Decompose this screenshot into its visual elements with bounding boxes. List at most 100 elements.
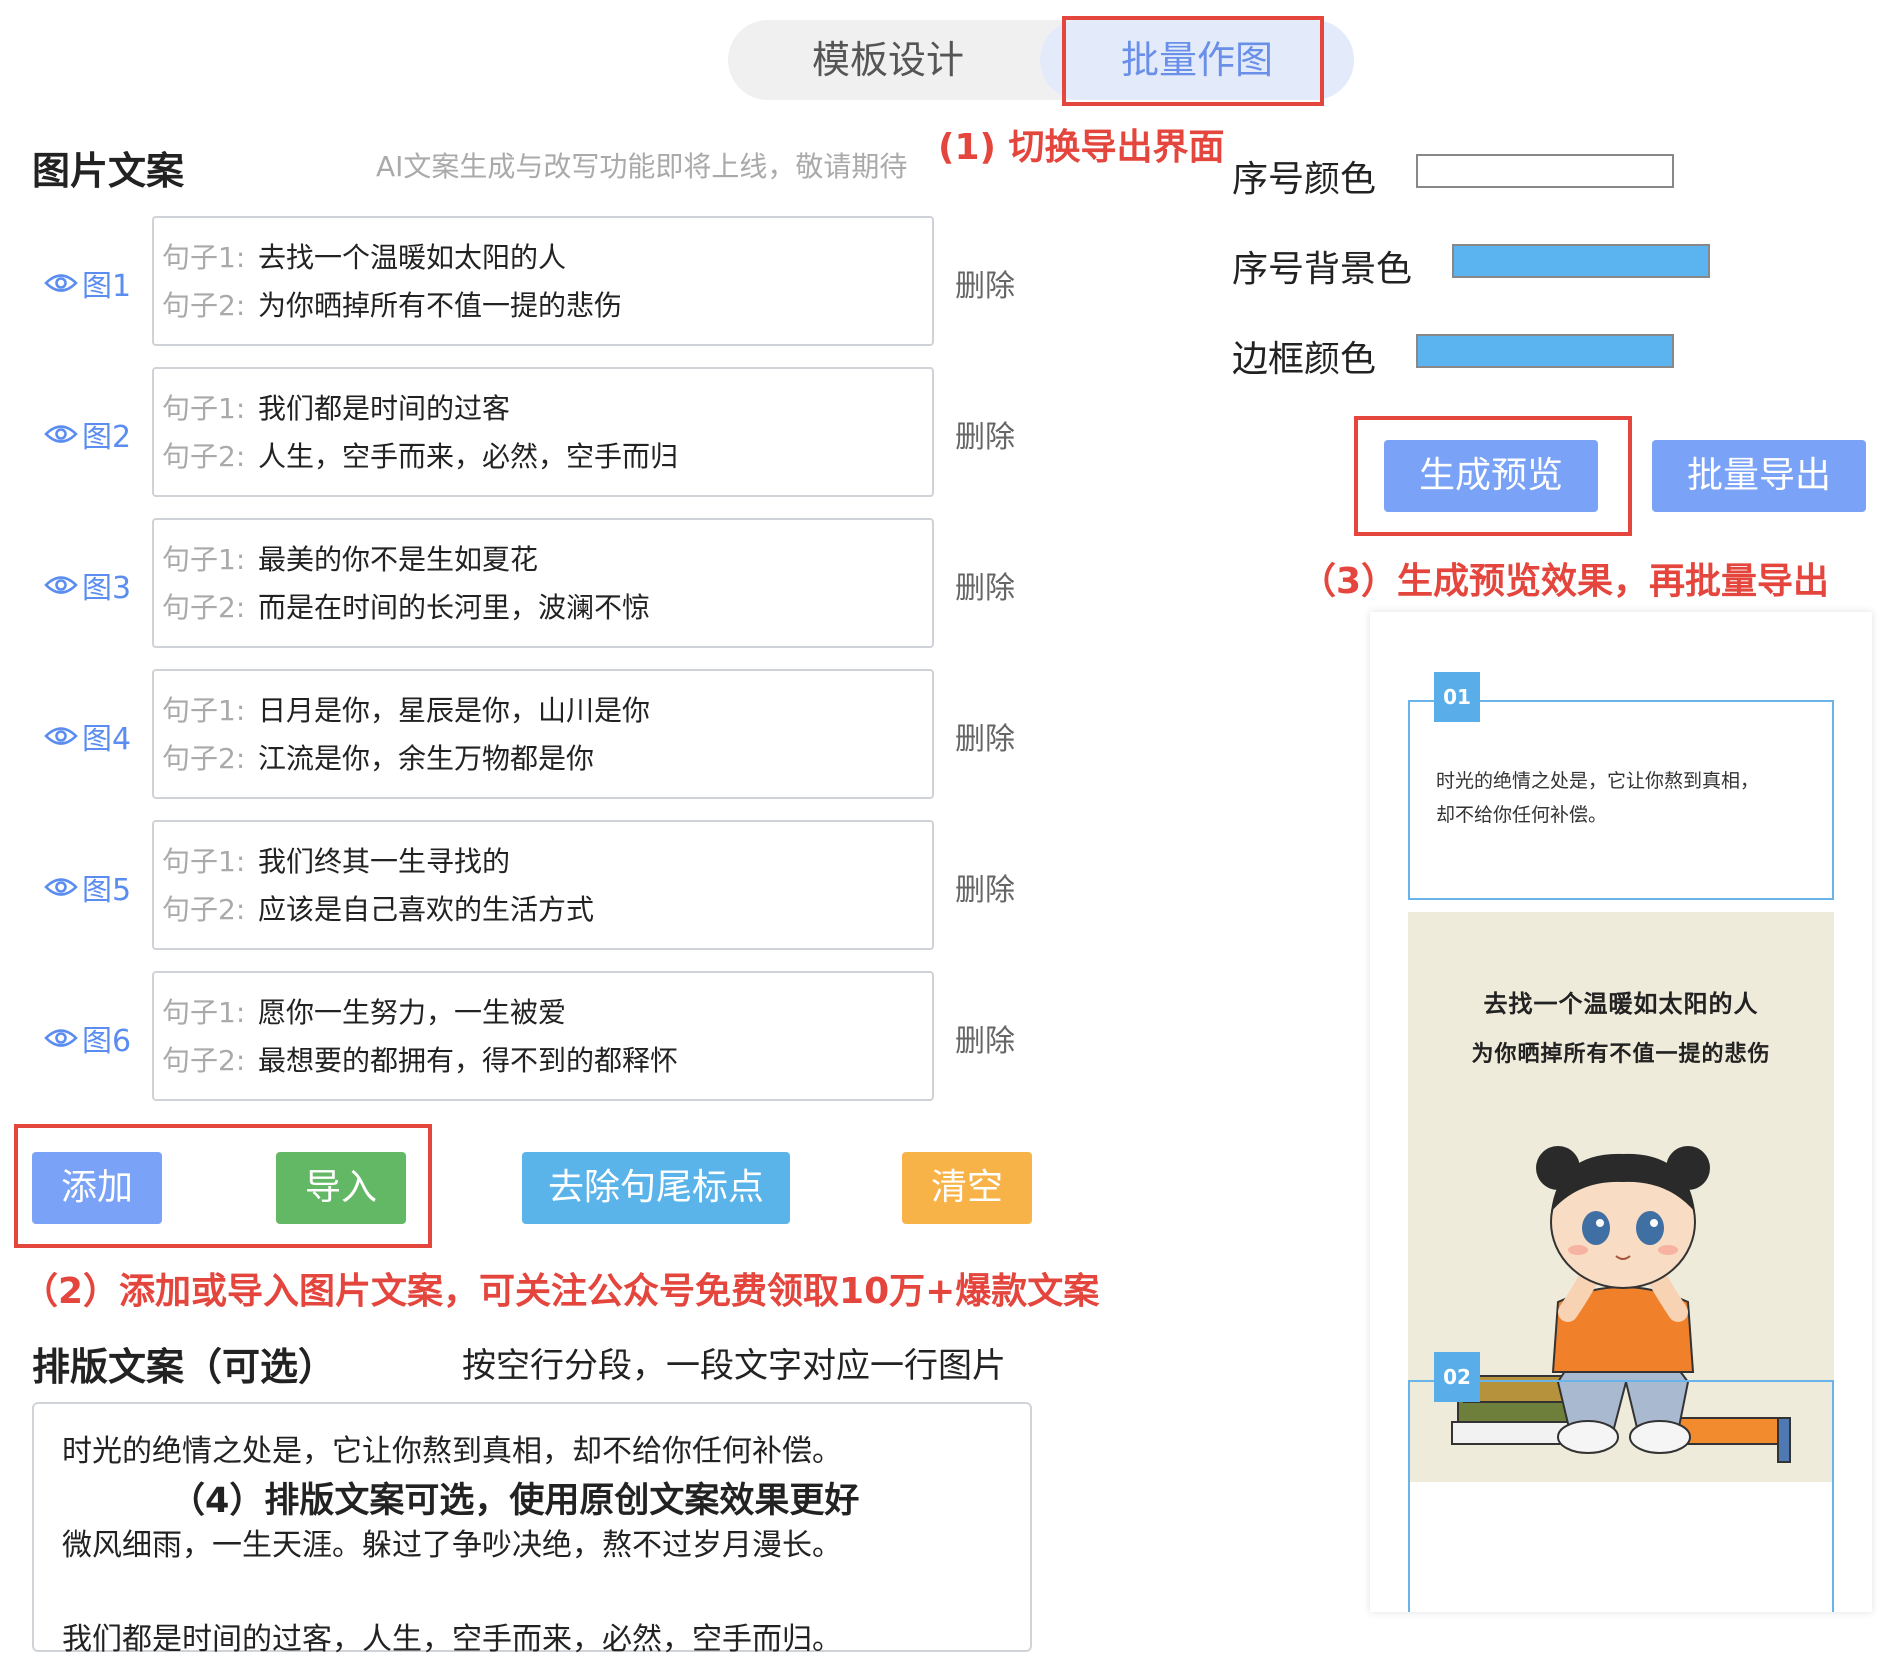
delete-button[interactable]: 删除 bbox=[955, 865, 1015, 909]
number-color-label: 序号颜色 bbox=[1232, 159, 1377, 200]
number-badge-2: 02 bbox=[1434, 1352, 1480, 1402]
eye-icon bbox=[44, 725, 78, 747]
sentence-2-line: 句子2: 人生，空手而来，必然，空手而归 bbox=[162, 437, 678, 477]
sentence-2-label: 句子2: bbox=[162, 1044, 246, 1077]
image-text-line-1: 去找一个温暖如太阳的人 bbox=[1483, 990, 1759, 1018]
view-image-label: 图2 bbox=[82, 420, 132, 455]
view-image-link[interactable]: 图2 bbox=[44, 412, 131, 456]
sentence-2-text[interactable]: 人生，空手而来，必然，空手而归 bbox=[258, 440, 678, 473]
layout-copy-hint: 按空行分段，一段文字对应一行图片 bbox=[462, 1346, 1006, 1386]
import-button[interactable]: 导入 bbox=[276, 1152, 406, 1224]
sentence-2-line: 句子2: 江流是你，余生万物都是你 bbox=[162, 739, 594, 779]
sentence-input-box[interactable]: 句子1: 去找一个温暖如太阳的人句子2: 为你晒掉所有不值一提的悲伤 bbox=[152, 216, 934, 346]
ai-coming-hint: AI文案生成与改写功能即将上线，敬请期待 bbox=[376, 150, 908, 183]
sentence-1-text[interactable]: 去找一个温暖如太阳的人 bbox=[258, 241, 566, 274]
sentence-2-line: 句子2: 而是在时间的长河里，波澜不惊 bbox=[162, 588, 650, 628]
eye-icon bbox=[44, 574, 78, 596]
sentence-input-box[interactable]: 句子1: 我们都是时间的过客 句子2: 人生，空手而来，必然，空手而归 bbox=[152, 367, 934, 497]
sentence-1-text[interactable]: 最美的你不是生如夏花 bbox=[258, 543, 538, 576]
sentence-input-box[interactable]: 句子1: 我们终其一生寻找的 句子2: 应该是自己喜欢的生活方式 bbox=[152, 820, 934, 950]
annotation-4: （4）排版文案可选，使用原创文案效果更好 bbox=[170, 1481, 860, 1521]
batch-export-button[interactable]: 批量导出 bbox=[1652, 440, 1866, 512]
annotation-2: （2）添加或导入图片文案，可关注公众号免费领取10万+爆款文案 bbox=[22, 1271, 1100, 1312]
sentence-2-text[interactable]: 最想要的都拥有，得不到的都释怀 bbox=[258, 1044, 678, 1077]
tab-template-design[interactable]: 模板设计 bbox=[728, 20, 1048, 100]
number-badge-1: 01 bbox=[1434, 672, 1480, 722]
sentence-2-label: 句子2: bbox=[162, 440, 246, 473]
sentence-2-label: 句子2: bbox=[162, 289, 246, 322]
clear-button[interactable]: 清空 bbox=[902, 1152, 1032, 1224]
eye-icon bbox=[44, 423, 78, 445]
sentence-1-line: 句子1: 去找一个温暖如太阳的人 bbox=[162, 238, 566, 278]
add-button[interactable]: 添加 bbox=[32, 1152, 162, 1224]
delete-button[interactable]: 删除 bbox=[955, 563, 1015, 607]
delete-button[interactable]: 删除 bbox=[955, 714, 1015, 758]
quote-line-1: 时光的绝情之处是，它让你熬到真相， bbox=[1436, 770, 1760, 792]
sentence-2-text[interactable]: 江流是你，余生万物都是你 bbox=[258, 742, 594, 775]
view-image-label: 图1 bbox=[82, 269, 132, 304]
sentence-2-label: 句子2: bbox=[162, 742, 246, 775]
sentence-1-label: 句子1: bbox=[162, 392, 246, 425]
delete-button[interactable]: 删除 bbox=[955, 261, 1015, 305]
image-text-line-2: 为你晒掉所有不值一提的悲伤 bbox=[1471, 1042, 1771, 1067]
sentence-list: 图1 句子1: 去找一个温暖如太阳的人 句子2: 为你晒掉所有不值一提的悲伤 删除 图2 句子… bbox=[0, 216, 1100, 1116]
number-color-picker[interactable] bbox=[1416, 154, 1674, 188]
sentence-1-line: 句子1: 我们都是时间的过客 bbox=[162, 389, 510, 429]
annotation-3: （3）生成预览效果，再批量导出 bbox=[1300, 561, 1830, 602]
sentence-2-text[interactable]: 为你晒掉所有不值一提的悲伤 bbox=[258, 289, 622, 322]
sentence-input-box[interactable]: 句子1: 愿你一生努力，一生被爱 句子2: 最想要的都拥有，得不到的都释怀 bbox=[152, 971, 934, 1101]
sentence-1-label: 句子1: bbox=[162, 694, 246, 727]
generate-preview-button[interactable]: 生成预览 bbox=[1384, 440, 1598, 512]
sentence-row: 图4 句子1: 日月是你，星辰是你，山川是你 句子2: 江流是你，余生万物都是你 删除 bbox=[0, 669, 1100, 803]
view-image-link[interactable]: 图6 bbox=[44, 1016, 131, 1060]
quote-card-2 bbox=[1408, 1380, 1834, 1612]
preview-panel: 时光的绝情之处是，它让你熬到真相， 却不给你任何补偿。 01 去找一个温暖如太阳… bbox=[1370, 612, 1872, 1612]
view-image-link[interactable]: 图5 bbox=[44, 865, 131, 909]
sentence-1-label: 句子1: bbox=[162, 845, 246, 878]
sentence-1-text[interactable]: 日月是你，星辰是你，山川是你 bbox=[258, 694, 650, 727]
border-color-label: 边框颜色 bbox=[1232, 339, 1377, 380]
sentence-2-text[interactable]: 而是在时间的长河里，波澜不惊 bbox=[258, 591, 650, 624]
highlight-box-tab bbox=[1062, 16, 1324, 106]
view-image-link[interactable]: 图3 bbox=[44, 563, 131, 607]
eye-icon bbox=[44, 272, 78, 294]
delete-button[interactable]: 删除 bbox=[955, 1016, 1015, 1060]
view-image-link[interactable]: 图1 bbox=[44, 261, 131, 305]
sentence-2-line: 句子2: 应该是自己喜欢的生活方式 bbox=[162, 890, 594, 930]
sentence-input-box[interactable]: 句子1: 最美的你不是生如夏花句子2: 而是在时间的长河里，波澜不惊 bbox=[152, 518, 934, 648]
sentence-1-text[interactable]: 我们终其一生寻找的 bbox=[258, 845, 510, 878]
sentence-1-label: 句子1: bbox=[162, 996, 246, 1029]
sentence-1-text[interactable]: 我们都是时间的过客 bbox=[258, 392, 510, 425]
sentence-input-box[interactable]: 句子1: 日月是你，星辰是你，山川是你 句子2: 江流是你，余生万物都是你 bbox=[152, 669, 934, 799]
sentence-1-text[interactable]: 愿你一生努力，一生被爱 bbox=[258, 996, 566, 1029]
image-copy-title: 图片文案 bbox=[32, 149, 185, 193]
delete-button[interactable]: 删除 bbox=[955, 412, 1015, 456]
view-image-label: 图3 bbox=[82, 571, 132, 606]
sentence-2-label: 句子2: bbox=[162, 893, 246, 926]
sentence-1-line: 句子1: 我们终其一生寻找的 bbox=[162, 842, 510, 882]
number-bg-color-label: 序号背景色 bbox=[1232, 249, 1413, 290]
number-bg-color-picker[interactable] bbox=[1452, 244, 1710, 278]
strip-punctuation-button[interactable]: 去除句尾标点 bbox=[522, 1152, 790, 1224]
quote-card-1: 时光的绝情之处是，它让你熬到真相， 却不给你任何补偿。 bbox=[1408, 700, 1834, 900]
layout-paragraph-3: 我们都是时间的过客，人生，空手而来，必然，空手而归。 bbox=[62, 1622, 842, 1657]
layout-paragraph-1: 时光的绝情之处是，它让你熬到真相，却不给你任何补偿。 bbox=[62, 1434, 842, 1469]
sentence-1-line: 句子1: 日月是你，星辰是你，山川是你 bbox=[162, 691, 650, 731]
annotation-1: (1) 切换导出界面 bbox=[938, 127, 1225, 168]
sentence-row: 图3 句子1: 最美的你不是生如夏花句子2: 而是在时间的长河里，波澜不惊 删除 bbox=[0, 518, 1100, 652]
sentence-1-line: 句子1: 最美的你不是生如夏花 bbox=[162, 540, 538, 580]
layout-copy-textarea[interactable]: 时光的绝情之处是，它让你熬到真相，却不给你任何补偿。 （4）排版文案可选，使用原… bbox=[32, 1402, 1032, 1657]
quote-line-2: 却不给你任何补偿。 bbox=[1436, 804, 1608, 826]
sentence-row: 图6 句子1: 愿你一生努力，一生被爱 句子2: 最想要的都拥有，得不到的都释怀 删除 bbox=[0, 971, 1100, 1105]
sentence-row: 图1 句子1: 去找一个温暖如太阳的人句子2: 为你晒掉所有不值一提的悲伤 删除 bbox=[0, 216, 1100, 350]
layout-paragraph-2: 微风细雨，一生天涯。躲过了争吵决绝，熬不过岁月漫长。 bbox=[62, 1528, 842, 1563]
sentence-1-label: 句子1: bbox=[162, 543, 246, 576]
eye-icon bbox=[44, 876, 78, 898]
sentence-row: 图5 句子1: 我们终其一生寻找的 句子2: 应该是自己喜欢的生活方式 删除 bbox=[0, 820, 1100, 954]
sentence-1-line: 句子1: 愿你一生努力，一生被爱 bbox=[162, 993, 566, 1033]
sentence-row: 图2 句子1: 我们都是时间的过客 句子2: 人生，空手而来，必然，空手而归 删除 bbox=[0, 367, 1100, 501]
view-image-link[interactable]: 图4 bbox=[44, 714, 131, 758]
eye-icon bbox=[44, 1027, 78, 1049]
border-color-picker[interactable] bbox=[1416, 334, 1674, 368]
sentence-2-text[interactable]: 应该是自己喜欢的生活方式 bbox=[258, 893, 594, 926]
